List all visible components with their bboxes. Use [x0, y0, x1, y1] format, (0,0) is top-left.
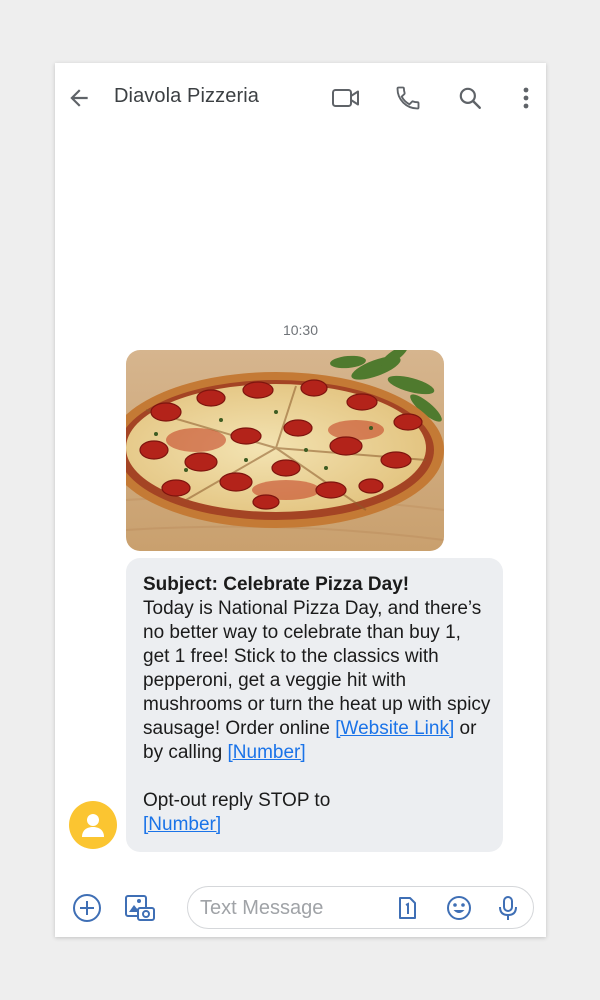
video-call-icon[interactable] — [329, 81, 363, 115]
sim-1-icon[interactable] — [393, 894, 421, 922]
back-arrow-icon[interactable] — [62, 81, 96, 115]
message-input[interactable] — [200, 895, 390, 921]
contact-name: Diavola Pizzeria — [114, 85, 259, 107]
website-link[interactable]: [Website Link] — [335, 718, 454, 739]
search-icon[interactable] — [453, 81, 487, 115]
gallery-icon[interactable] — [122, 890, 158, 926]
add-circle-icon[interactable] — [69, 890, 105, 926]
conversation-header: Diavola Pizzeria — [55, 63, 546, 133]
message-input-container[interactable] — [187, 886, 534, 929]
emoji-icon[interactable] — [445, 894, 473, 922]
phone-number-link[interactable]: [Number] — [228, 742, 306, 763]
mic-icon[interactable] — [494, 894, 522, 922]
message-timestamp: 10:30 — [282, 322, 319, 338]
person-icon — [82, 814, 104, 837]
messaging-screen: Diavola Pizzeria 10:30 Subject: Celebrat… — [55, 63, 546, 937]
avatar[interactable] — [69, 801, 117, 849]
phone-icon[interactable] — [391, 81, 425, 115]
optout-number-link[interactable]: [Number] — [143, 814, 221, 835]
message-subject: Subject: Celebrate Pizza Day! — [143, 574, 410, 595]
message-bubble[interactable]: Subject: Celebrate Pizza Day! Today is Na… — [126, 558, 503, 852]
more-vert-icon[interactable] — [509, 81, 543, 115]
pizza-photo[interactable] — [126, 350, 444, 551]
optout-text: Opt-out reply STOP to — [143, 790, 331, 811]
